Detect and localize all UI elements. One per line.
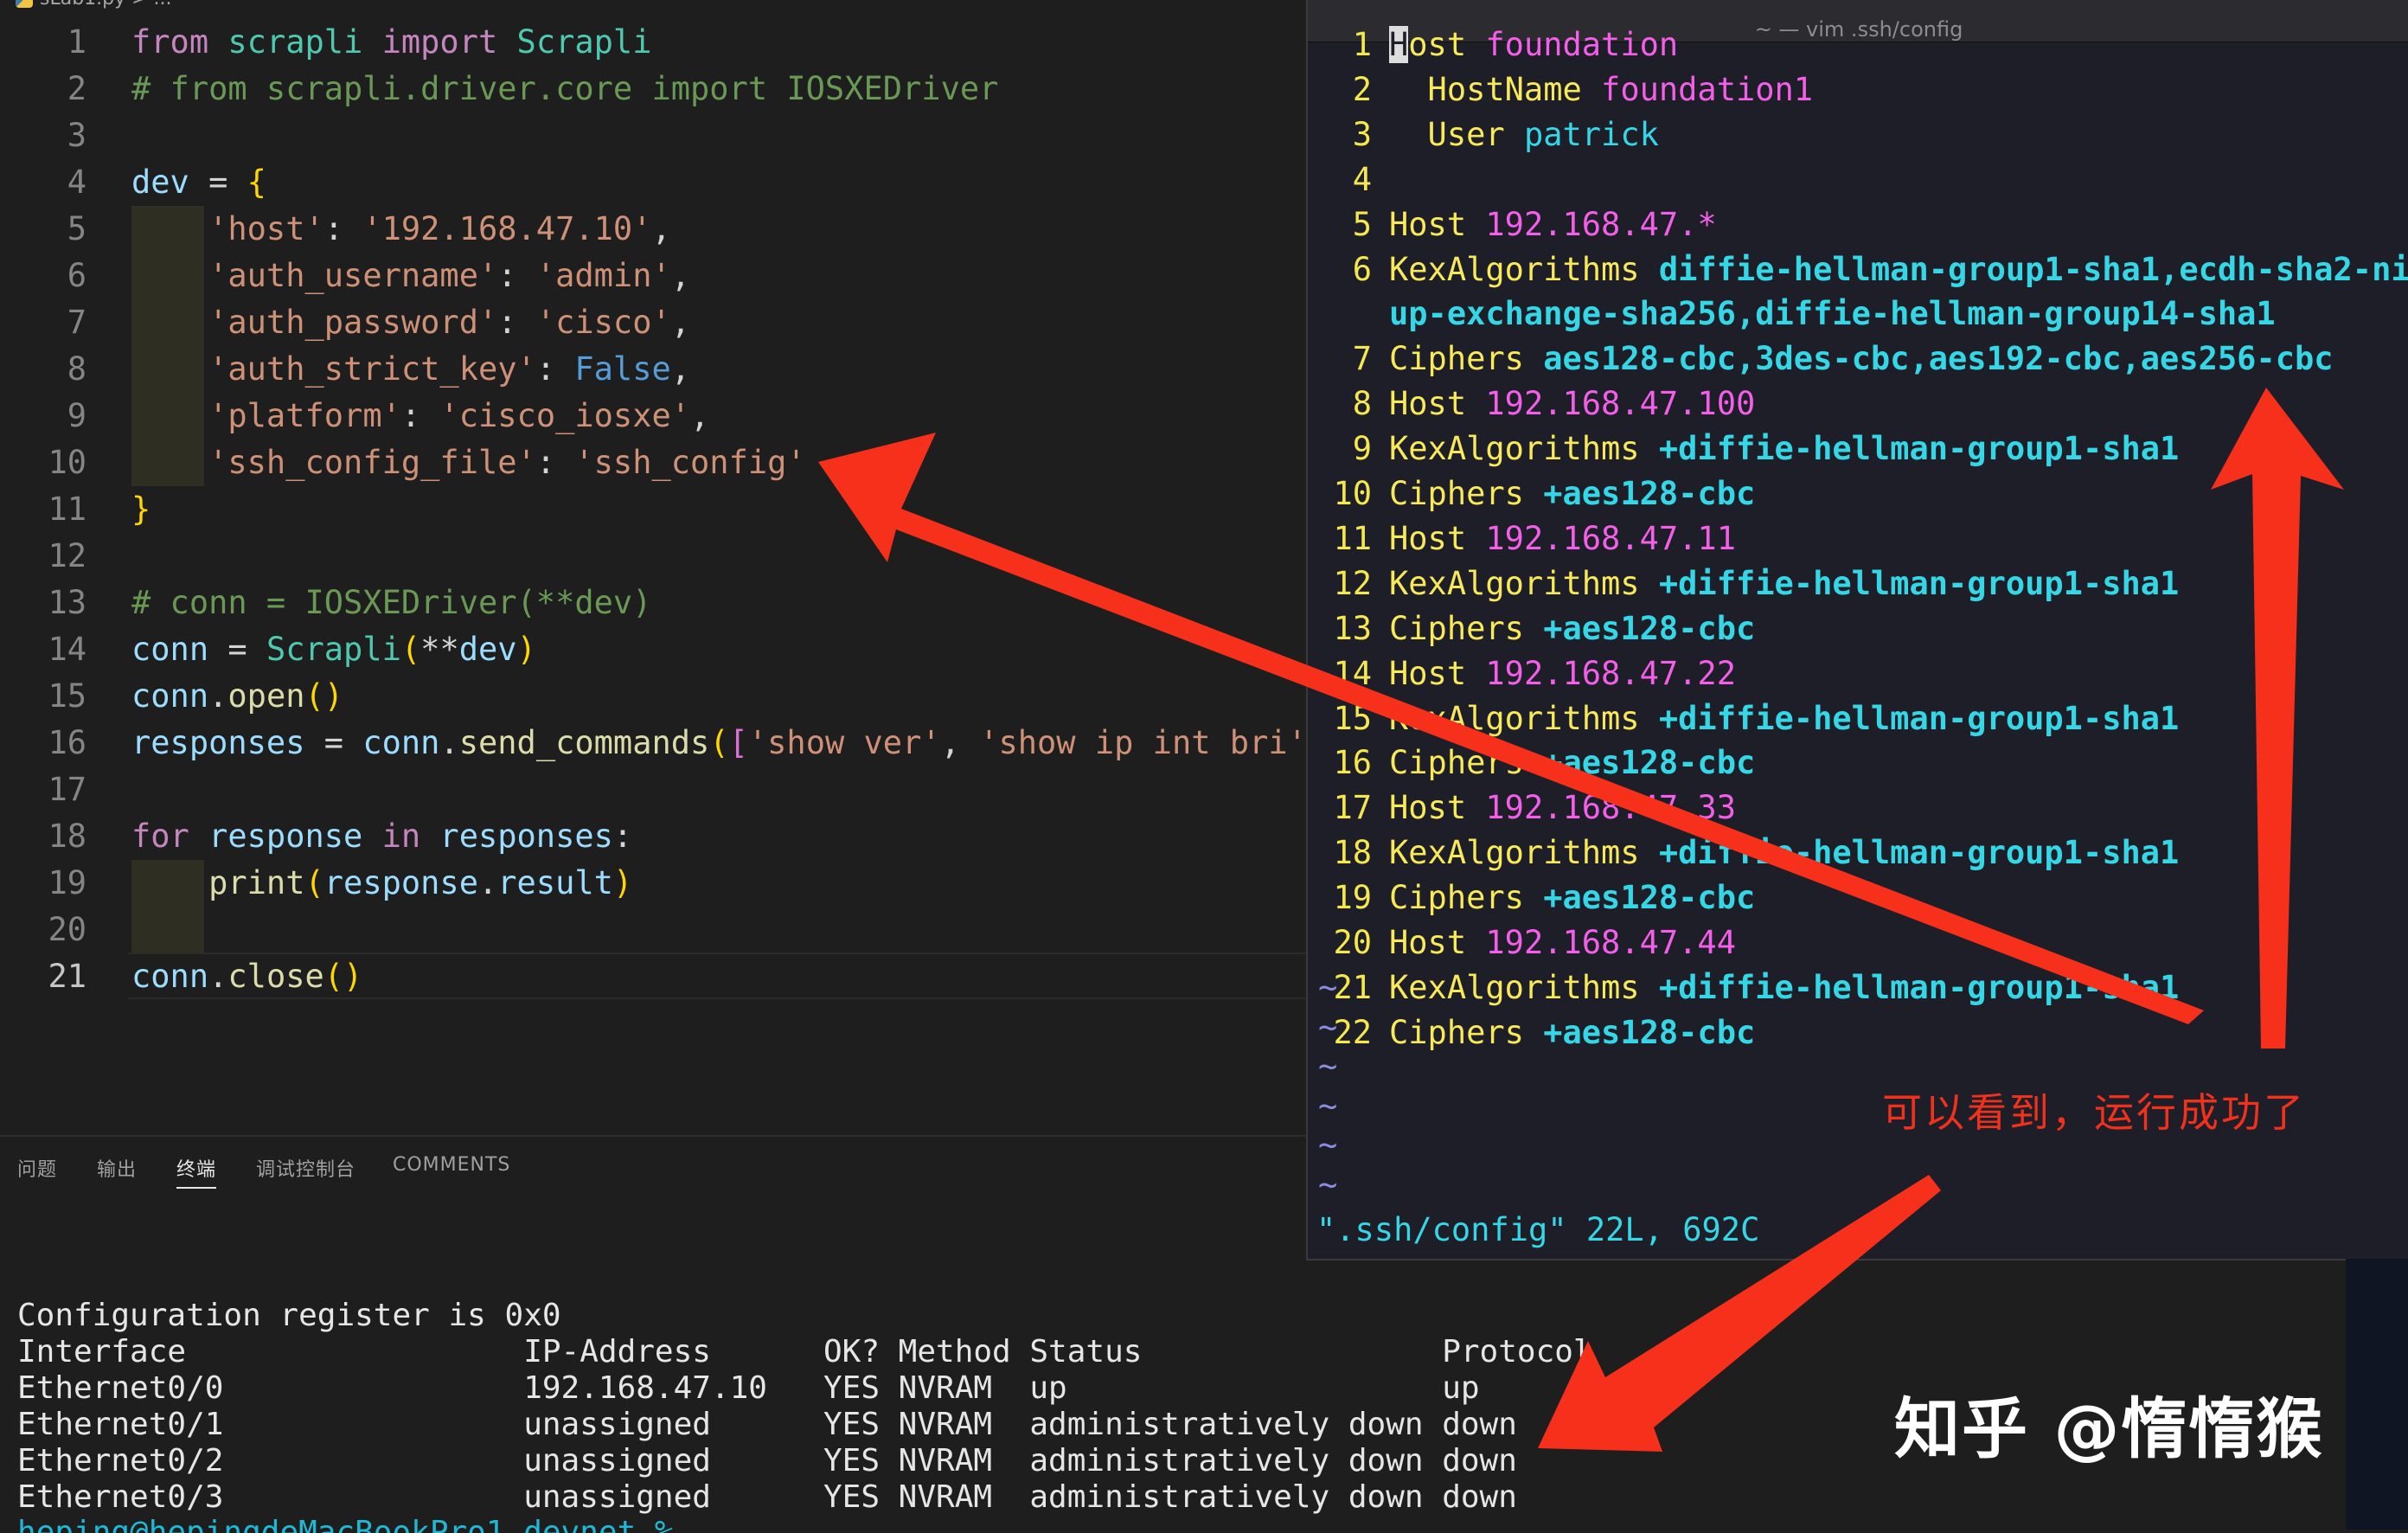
arrow-to-ciphers-line (2211, 388, 2344, 1049)
zhihu-watermark: 知乎 @惰惰猴 (1894, 1390, 2324, 1467)
arrow-to-terminal-output (1538, 1175, 1941, 1452)
annotation-arrows (818, 388, 2344, 1452)
arrow-to-ssh-config-param (818, 433, 2204, 1024)
annotation-text: 可以看到，运行成功了 (1882, 1089, 2306, 1136)
